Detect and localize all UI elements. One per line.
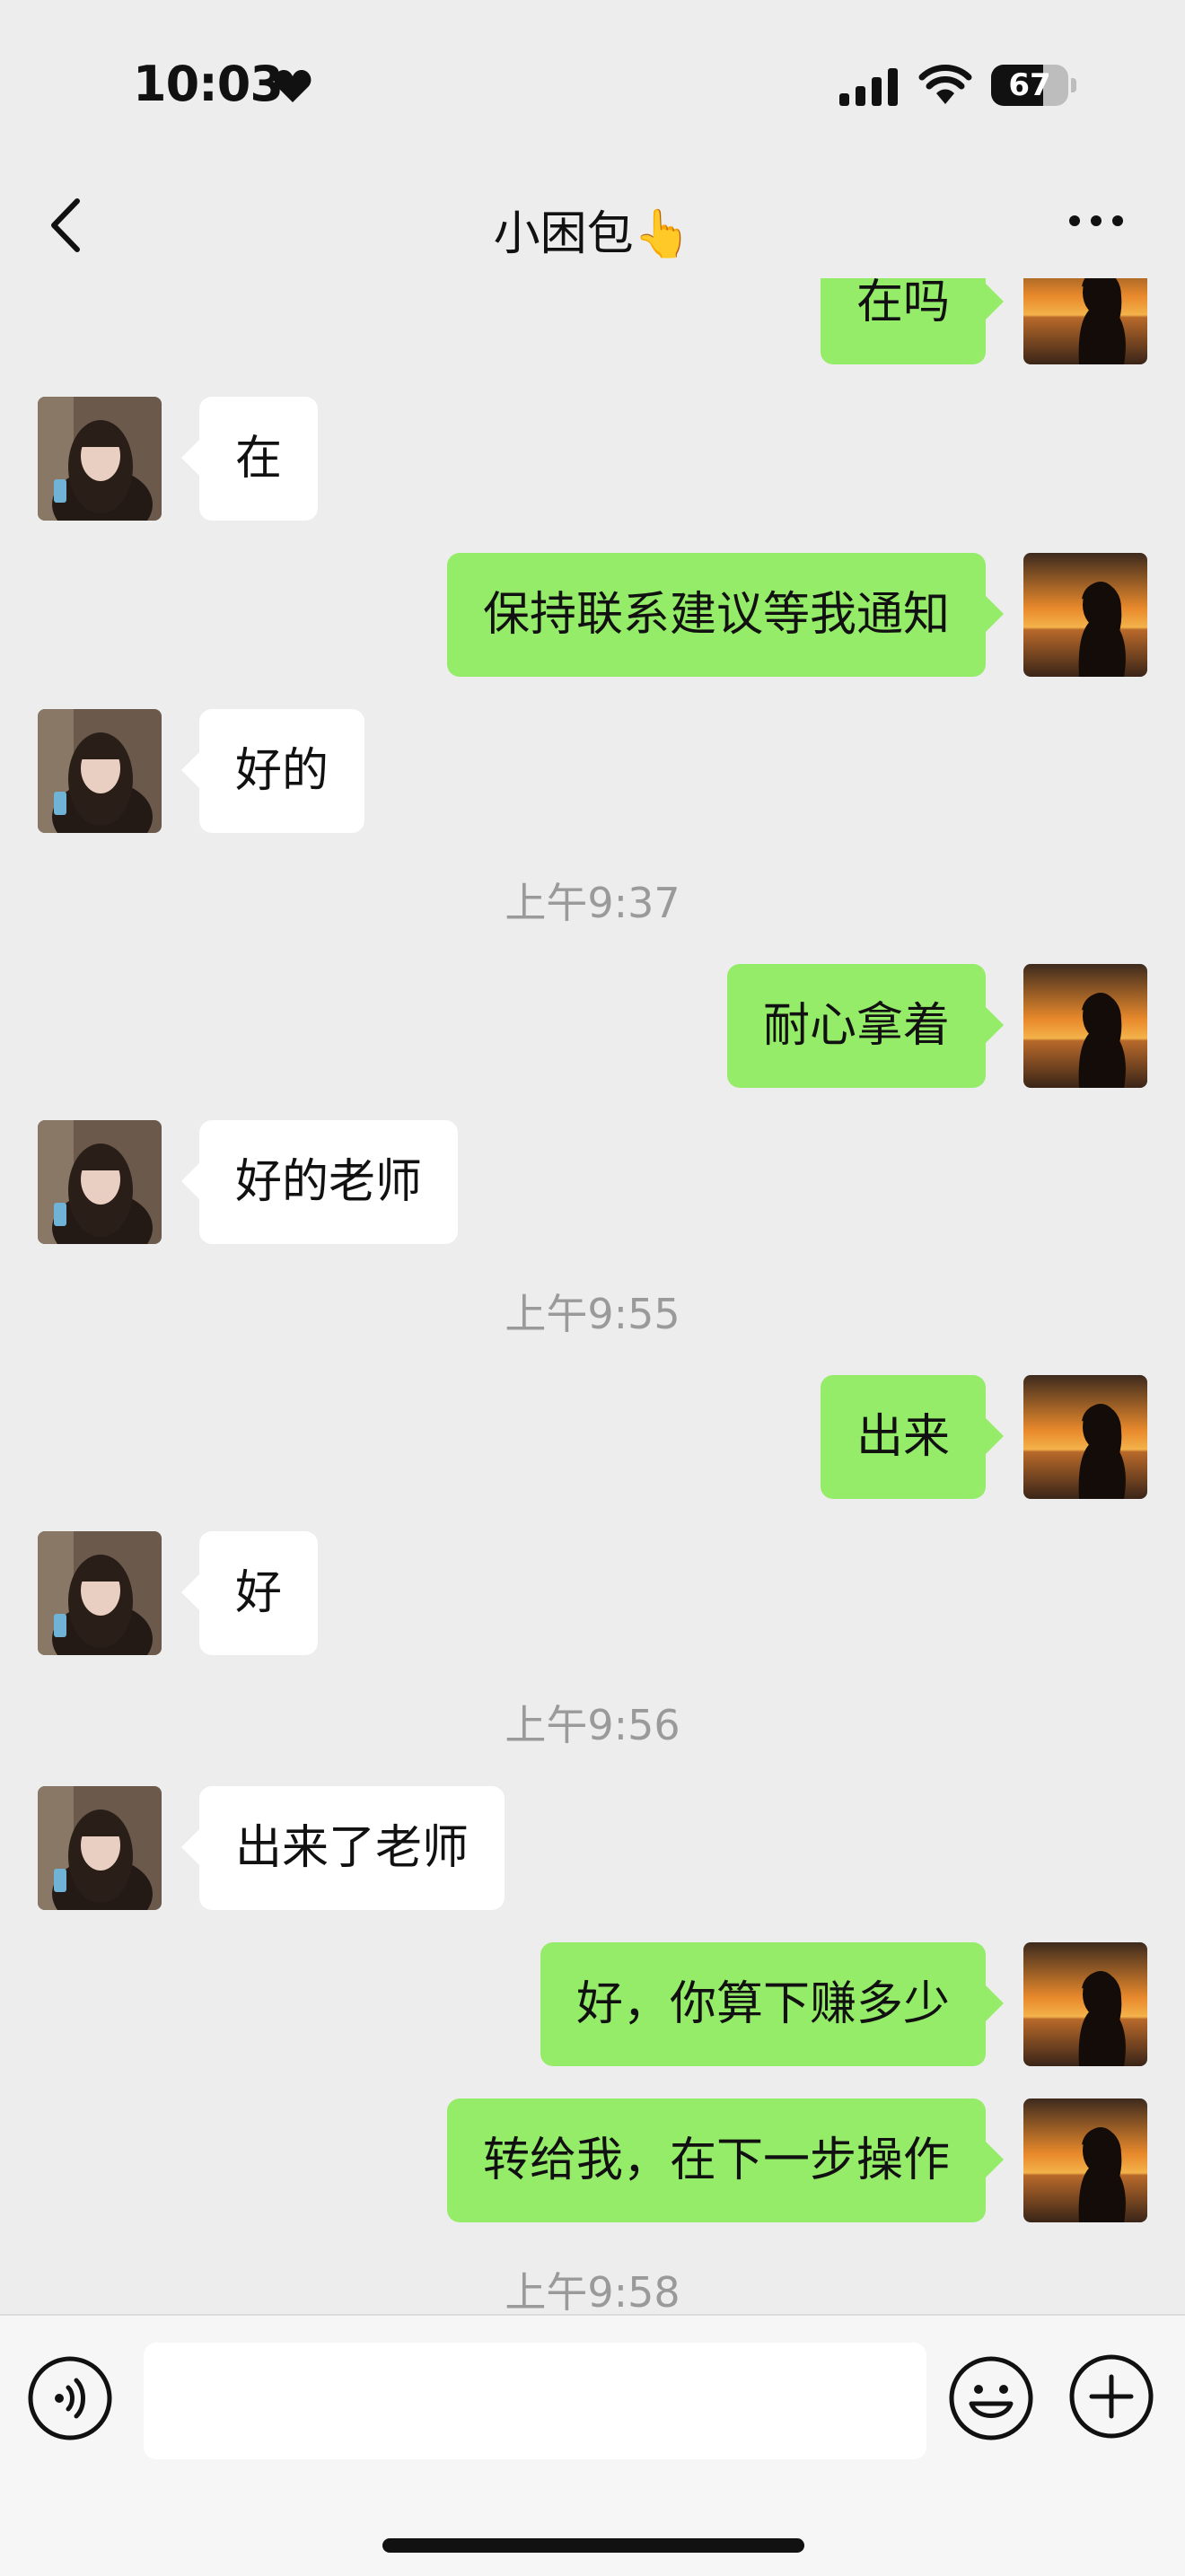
- incoming-message: 好的老师: [0, 1120, 1185, 1244]
- timestamp: 上午9:56: [505, 1701, 680, 1749]
- contact-avatar[interactable]: [38, 1786, 162, 1910]
- contact-avatar[interactable]: [38, 1531, 162, 1655]
- incoming-message: 出来了老师: [0, 1786, 1185, 1910]
- heart-icon: [274, 70, 312, 102]
- timestamp: 上午9:58: [505, 2268, 680, 2316]
- outgoing-message: 出来: [0, 1375, 1185, 1499]
- timestamp: 上午9:37: [505, 879, 680, 927]
- message-bubble[interactable]: 在吗: [820, 278, 1005, 364]
- timestamp: 上午9:55: [505, 1290, 680, 1338]
- wifi-icon: [918, 65, 972, 104]
- nav-bar: 小困包👆: [0, 171, 1185, 278]
- status-bar: 10:03 67: [0, 0, 1185, 171]
- my-avatar[interactable]: [1023, 964, 1147, 1088]
- ellipsis-icon: [1069, 215, 1123, 226]
- input-bar: [0, 2314, 1185, 2576]
- plus-icon: [1069, 2354, 1154, 2439]
- my-avatar[interactable]: [1023, 1942, 1147, 2066]
- message-list[interactable]: 在吗在保持联系建议等我通知 好的上午9:37 耐心拿着好的老师 上午9:55 出来好上午…: [0, 278, 1185, 2316]
- message-bubble[interactable]: 保持联系建议等我通知: [446, 553, 1005, 677]
- incoming-message: 在: [0, 397, 1185, 521]
- cellular-signal-icon: [839, 68, 898, 106]
- my-avatar[interactable]: [1023, 2098, 1147, 2222]
- message-bubble[interactable]: 转给我，在下一步操作: [446, 2098, 1005, 2222]
- outgoing-message: 好，你算下赚多少: [0, 1942, 1185, 2066]
- message-input[interactable]: [144, 2343, 926, 2459]
- message-bubble[interactable]: 出来了老师: [180, 1786, 505, 1910]
- message-bubble[interactable]: 好的: [180, 709, 365, 833]
- message-bubble[interactable]: 耐心拿着: [726, 964, 1005, 1088]
- contact-avatar[interactable]: [38, 1120, 162, 1244]
- status-time: 10:03: [133, 56, 284, 112]
- plus-button[interactable]: [1068, 2353, 1154, 2440]
- voice-button[interactable]: [27, 2355, 113, 2441]
- my-avatar[interactable]: [1023, 553, 1147, 677]
- message-bubble[interactable]: 好: [180, 1531, 319, 1655]
- voice-icon: [28, 2356, 112, 2440]
- chat-title: 小困包👆: [493, 207, 692, 261]
- my-avatar[interactable]: [1023, 278, 1147, 364]
- more-button[interactable]: [1066, 210, 1126, 232]
- outgoing-message: 在吗: [0, 278, 1185, 364]
- outgoing-message: 转给我，在下一步操作: [0, 2098, 1185, 2222]
- battery-percent: 67: [1008, 67, 1051, 103]
- outgoing-message: 耐心拿着: [0, 964, 1185, 1088]
- emoji-icon: [949, 2356, 1033, 2440]
- incoming-message: 好: [0, 1531, 1185, 1655]
- outgoing-message: 保持联系建议等我通知: [0, 553, 1185, 677]
- message-bubble[interactable]: 好的老师: [180, 1120, 459, 1244]
- incoming-message: 好的: [0, 709, 1185, 833]
- emoji-button[interactable]: [948, 2355, 1034, 2441]
- home-indicator: [382, 2538, 804, 2553]
- message-bubble[interactable]: 在: [180, 397, 319, 521]
- message-bubble[interactable]: 出来: [820, 1375, 1005, 1499]
- contact-avatar[interactable]: [38, 709, 162, 833]
- contact-avatar[interactable]: [38, 397, 162, 521]
- message-bubble[interactable]: 好，你算下赚多少: [540, 1942, 1005, 2066]
- my-avatar[interactable]: [1023, 1375, 1147, 1499]
- battery-indicator: 67: [991, 65, 1077, 106]
